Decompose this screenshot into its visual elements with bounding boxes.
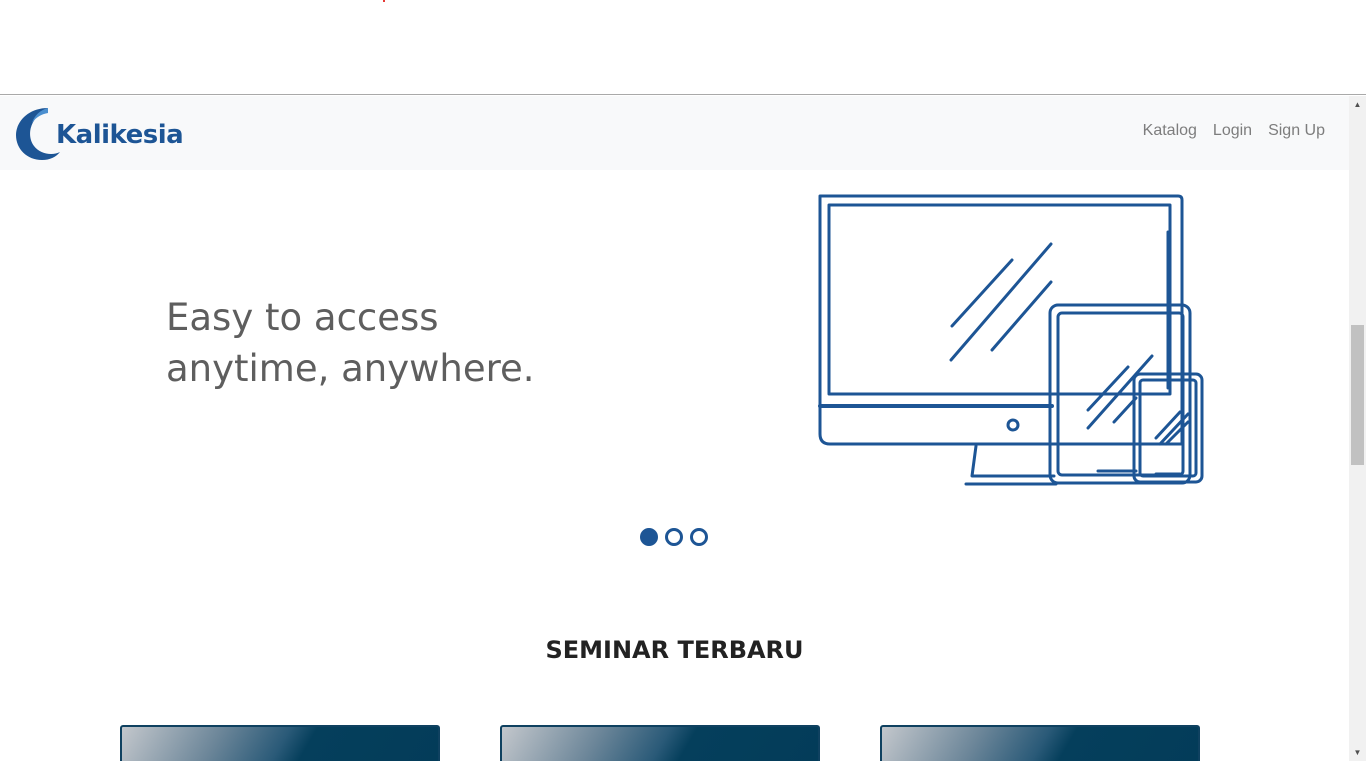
nav-links: Katalog Login Sign Up [1143,122,1325,140]
carousel-indicator-3[interactable] [690,528,708,546]
brand-name: Kalikesia [56,120,184,150]
scroll-up-icon[interactable]: ▲ [1349,96,1366,113]
browser-blank-area [0,0,1366,95]
nav-link-katalog[interactable]: Katalog [1143,122,1197,140]
hero-line-1: Easy to access [166,296,439,339]
page-viewport: Kalikesia Katalog Login Sign Up Easy to … [0,96,1349,761]
section-title: SEMINAR TERBARU [545,636,804,664]
carousel-indicators [640,528,708,546]
carousel-indicator-1[interactable] [640,528,658,546]
seminar-card[interactable] [120,725,440,761]
seminar-card[interactable] [500,725,820,761]
scroll-thumb[interactable] [1351,325,1364,465]
seminar-card[interactable] [880,725,1200,761]
nav-link-login[interactable]: Login [1213,122,1252,140]
devices-illustration [818,194,1204,486]
brand-logo-link[interactable]: Kalikesia [14,104,184,162]
red-dot [383,0,385,2]
hero-line-2: anytime, anywhere. [166,347,535,390]
nav-link-sign-up[interactable]: Sign Up [1268,122,1325,140]
navbar: Kalikesia Katalog Login Sign Up [0,96,1349,170]
carousel-indicator-2[interactable] [665,528,683,546]
scroll-down-icon[interactable]: ▼ [1349,744,1366,761]
hero-headline: Easy to access anytime, anywhere. [166,292,535,394]
vertical-scrollbar[interactable]: ▲ ▼ [1349,96,1366,761]
